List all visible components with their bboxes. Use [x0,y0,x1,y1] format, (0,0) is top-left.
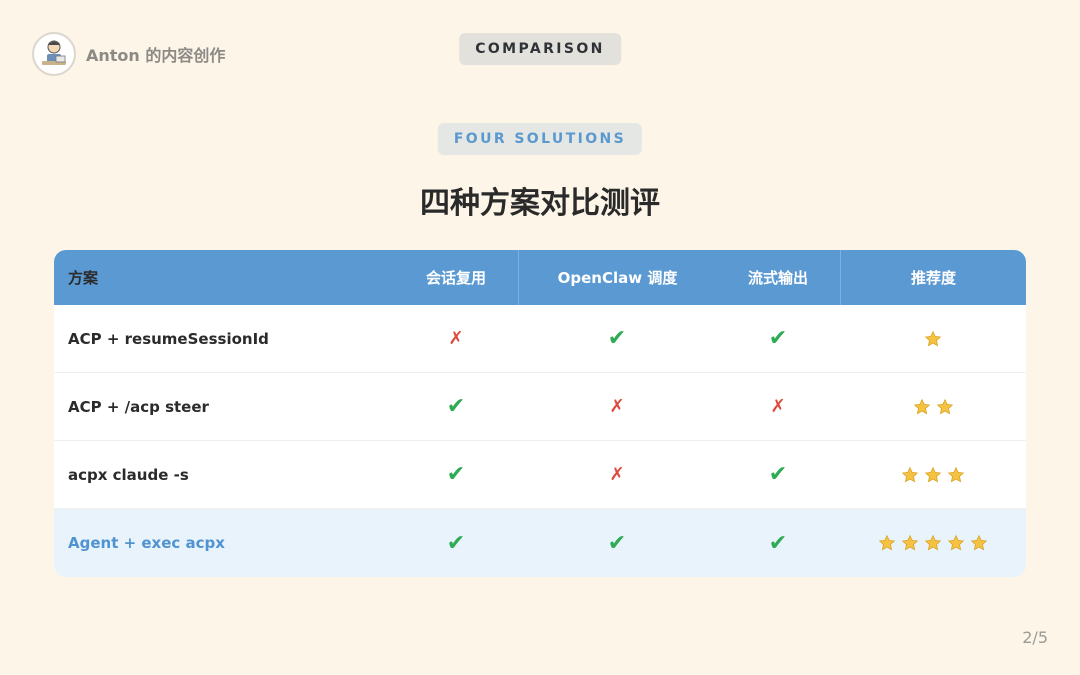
comparison-table: 方案 会话复用 OpenClaw 调度 流式输出 推荐度 ACP + resum… [54,250,1026,577]
star-icon [970,534,988,552]
session-reuse-mark-cell: ✔ [394,509,518,577]
header-session-reuse: 会话复用 [425,269,486,287]
solution-name: ACP + resumeSessionId [68,329,269,348]
table-header-row: 方案 会话复用 OpenClaw 调度 流式输出 推荐度 [54,250,1026,305]
cross-icon: ✗ [448,328,464,349]
check-icon: ✔ [446,462,466,487]
rating-cell [840,305,1026,372]
avatar [32,32,76,76]
solution-name: acpx claude -s [68,465,189,484]
header-solution: 方案 [68,269,99,287]
page-number: 2/5 [1022,628,1048,647]
star-icon [878,534,896,552]
check-icon: ✔ [768,530,788,556]
slide: Anton 的内容创作 COMPARISON FOUR SOLUTIONS 四种… [0,0,1080,675]
star-icon [924,330,942,348]
rating-stars [901,466,965,484]
header-streaming: 流式输出 [747,269,808,287]
rating-cell [840,441,1026,508]
streaming-mark-cell: ✗ [716,373,840,440]
table-row: ACP + resumeSessionId ✗ ✔ ✔ [54,305,1026,373]
star-icon [947,534,965,552]
star-icon [924,534,942,552]
check-icon: ✔ [446,530,466,556]
openclaw-mark-cell: ✔ [518,509,716,577]
check-icon: ✔ [768,326,788,351]
openclaw-mark-cell: ✔ [518,305,716,372]
cross-icon: ✗ [609,396,625,417]
streaming-mark-cell: ✔ [716,441,840,508]
streaming-mark-cell: ✔ [716,305,840,372]
rating-cell [840,373,1026,440]
solution-name: ACP + /acp steer [68,397,209,416]
check-icon: ✔ [446,394,466,419]
session-reuse-mark-cell: ✔ [394,441,518,508]
comparison-tag: COMPARISON [459,33,621,65]
openclaw-mark-cell: ✗ [518,373,716,440]
table-row: Agent + exec acpx ✔ ✔ ✔ [54,509,1026,577]
session-reuse-mark-cell: ✔ [394,373,518,440]
check-icon: ✔ [607,530,627,556]
openclaw-mark-cell: ✗ [518,441,716,508]
table-row: ACP + /acp steer ✔ ✗ ✗ [54,373,1026,441]
page-title: 四种方案对比测评 [420,186,660,221]
check-icon: ✔ [768,462,788,487]
star-icon [947,466,965,484]
rating-stars [924,330,942,348]
author-name: Anton 的内容创作 [86,46,226,65]
star-icon [936,398,954,416]
author-header: Anton 的内容创作 [32,32,225,76]
table-row: acpx claude -s ✔ ✗ ✔ [54,441,1026,509]
session-reuse-mark-cell: ✗ [394,305,518,372]
header-openclaw: OpenClaw 调度 [518,250,716,305]
table-body: ACP + resumeSessionId ✗ ✔ ✔ ACP + /acp steer… [54,305,1026,577]
check-icon: ✔ [607,326,627,351]
streaming-mark-cell: ✔ [716,509,840,577]
rating-stars [913,398,954,416]
header-rating: 推荐度 [840,250,1026,305]
avatar-illustration-icon [42,40,66,65]
star-icon [924,466,942,484]
cross-icon: ✗ [609,464,625,485]
star-icon [913,398,931,416]
four-solutions-tag: FOUR SOLUTIONS [437,123,643,155]
star-icon [901,466,919,484]
rating-cell [840,509,1026,577]
solution-name: Agent + exec acpx [68,534,225,552]
star-icon [901,534,919,552]
cross-icon: ✗ [770,396,786,417]
rating-stars [878,534,988,552]
